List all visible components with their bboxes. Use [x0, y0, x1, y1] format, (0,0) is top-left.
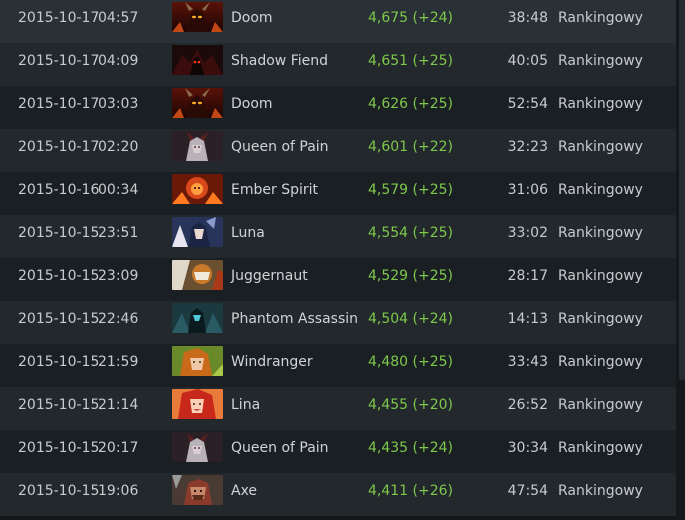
match-date: 2015-10-17 [18, 139, 100, 155]
mmr-change: 4,626 (+25) [368, 96, 453, 112]
windranger-portrait-icon [172, 346, 223, 376]
ember-spirit-portrait-icon [172, 174, 223, 204]
mmr-change: 4,504 (+24) [368, 311, 453, 327]
match-row[interactable]: 2015-10-15 21:14 Lina 4,455 (+20) 26:52 … [0, 387, 676, 430]
match-duration: 33:43 [507, 354, 548, 370]
mmr-change: 4,435 (+24) [368, 440, 453, 456]
hero-name: Queen of Pain [231, 440, 329, 456]
match-row[interactable]: 2015-10-17 03:03 Doom 4,626 (+25) 52:54 … [0, 86, 676, 129]
mmr-change: 4,455 (+20) [368, 397, 453, 413]
match-row[interactable]: 2015-10-16 00:34 Ember Spirit 4,579 (+25… [0, 172, 676, 215]
match-time: 19:06 [98, 483, 139, 499]
match-duration: 33:02 [507, 225, 548, 241]
mmr-change: 4,554 (+25) [368, 225, 453, 241]
match-date: 2015-10-15 [18, 225, 100, 241]
match-type: Rankingowy [558, 10, 643, 26]
mmr-change: 4,651 (+25) [368, 53, 453, 69]
lina-portrait-icon [172, 389, 223, 419]
match-type: Rankingowy [558, 354, 643, 370]
match-date: 2015-10-15 [18, 397, 100, 413]
match-row[interactable]: 2015-10-15 20:17 Queen of Pain 4,435 (+2… [0, 430, 676, 473]
hero-name: Phantom Assassin [231, 311, 359, 327]
match-type: Rankingowy [558, 53, 643, 69]
doom-portrait-icon [172, 88, 223, 118]
phantom-assassin-portrait-icon [172, 303, 223, 333]
match-time: 20:17 [98, 440, 139, 456]
mmr-change: 4,529 (+25) [368, 268, 453, 284]
match-type: Rankingowy [558, 311, 643, 327]
match-date: 2015-10-15 [18, 311, 100, 327]
match-time: 04:57 [98, 10, 139, 26]
match-date: 2015-10-15 [18, 440, 100, 456]
match-time: 23:09 [98, 268, 139, 284]
match-duration: 31:06 [507, 182, 548, 198]
mmr-change: 4,675 (+24) [368, 10, 453, 26]
match-duration: 47:54 [507, 483, 548, 499]
match-row[interactable]: 2015-10-15 23:51 Luna 4,554 (+25) 33:02 … [0, 215, 676, 258]
match-time: 00:34 [98, 182, 139, 198]
match-duration: 38:48 [507, 10, 548, 26]
mmr-change: 4,601 (+22) [368, 139, 453, 155]
hero-name: Axe [231, 483, 258, 499]
match-type: Rankingowy [558, 440, 643, 456]
luna-portrait-icon [172, 217, 223, 247]
match-duration: 28:17 [507, 268, 548, 284]
match-row[interactable]: 2015-10-15 23:09 Juggernaut 4,529 (+25) … [0, 258, 676, 301]
match-date: 2015-10-17 [18, 10, 100, 26]
mmr-change: 4,411 (+26) [368, 483, 453, 499]
queen-of-pain-portrait-icon [172, 432, 223, 462]
match-duration: 30:34 [507, 440, 548, 456]
doom-portrait-icon [172, 2, 223, 32]
match-duration: 32:23 [507, 139, 548, 155]
axe-portrait-icon [172, 475, 223, 505]
match-row[interactable]: 2015-10-15 22:46 Phantom Assassin 4,504 … [0, 301, 676, 344]
match-time: 02:20 [98, 139, 139, 155]
match-row[interactable]: 2015-10-17 04:57 Doom 4,675 (+24) 38:48 … [0, 0, 676, 43]
match-time: 21:14 [98, 397, 139, 413]
hero-name: Doom [231, 10, 273, 26]
queen-of-pain-portrait-icon [172, 131, 223, 161]
match-time: 03:03 [98, 96, 139, 112]
match-duration: 52:54 [507, 96, 548, 112]
match-date: 2015-10-15 [18, 354, 100, 370]
hero-name: Queen of Pain [231, 139, 329, 155]
match-type: Rankingowy [558, 483, 643, 499]
match-date: 2015-10-17 [18, 53, 100, 69]
match-type: Rankingowy [558, 225, 643, 241]
scrollbar-thumb[interactable] [679, 0, 685, 380]
match-row[interactable]: 2015-10-15 19:06 Axe 4,411 (+26) 47:54 R… [0, 473, 676, 516]
match-time: 23:51 [98, 225, 139, 241]
match-type: Rankingowy [558, 397, 643, 413]
match-type: Rankingowy [558, 268, 643, 284]
mmr-change: 4,480 (+25) [368, 354, 453, 370]
match-type: Rankingowy [558, 182, 643, 198]
hero-name: Shadow Fiend [231, 53, 328, 69]
match-date: 2015-10-15 [18, 483, 100, 499]
match-date: 2015-10-17 [18, 96, 100, 112]
mmr-change: 4,579 (+25) [368, 182, 453, 198]
hero-name: Juggernaut [231, 268, 308, 284]
match-row[interactable]: 2015-10-15 21:59 Windranger 4,480 (+25) … [0, 344, 676, 387]
match-type: Rankingowy [558, 96, 643, 112]
match-row[interactable]: 2015-10-17 04:09 Shadow Fiend 4,651 (+25… [0, 43, 676, 86]
match-date: 2015-10-16 [18, 182, 100, 198]
hero-name: Doom [231, 96, 273, 112]
shadow-fiend-portrait-icon [172, 45, 223, 75]
match-type: Rankingowy [558, 139, 643, 155]
match-time: 21:59 [98, 354, 139, 370]
hero-name: Luna [231, 225, 265, 241]
match-history-list: 2015-10-17 04:57 Doom 4,675 (+24) 38:48 … [0, 0, 676, 520]
juggernaut-portrait-icon [172, 260, 223, 290]
match-duration: 14:13 [507, 311, 548, 327]
hero-name: Windranger [231, 354, 313, 370]
match-duration: 40:05 [507, 53, 548, 69]
scrollbar[interactable] [677, 0, 685, 520]
match-time: 04:09 [98, 53, 139, 69]
match-date: 2015-10-15 [18, 268, 100, 284]
match-time: 22:46 [98, 311, 139, 327]
hero-name: Lina [231, 397, 261, 413]
match-row[interactable]: 2015-10-17 02:20 Queen of Pain 4,601 (+2… [0, 129, 676, 172]
hero-name: Ember Spirit [231, 182, 318, 198]
match-duration: 26:52 [507, 397, 548, 413]
